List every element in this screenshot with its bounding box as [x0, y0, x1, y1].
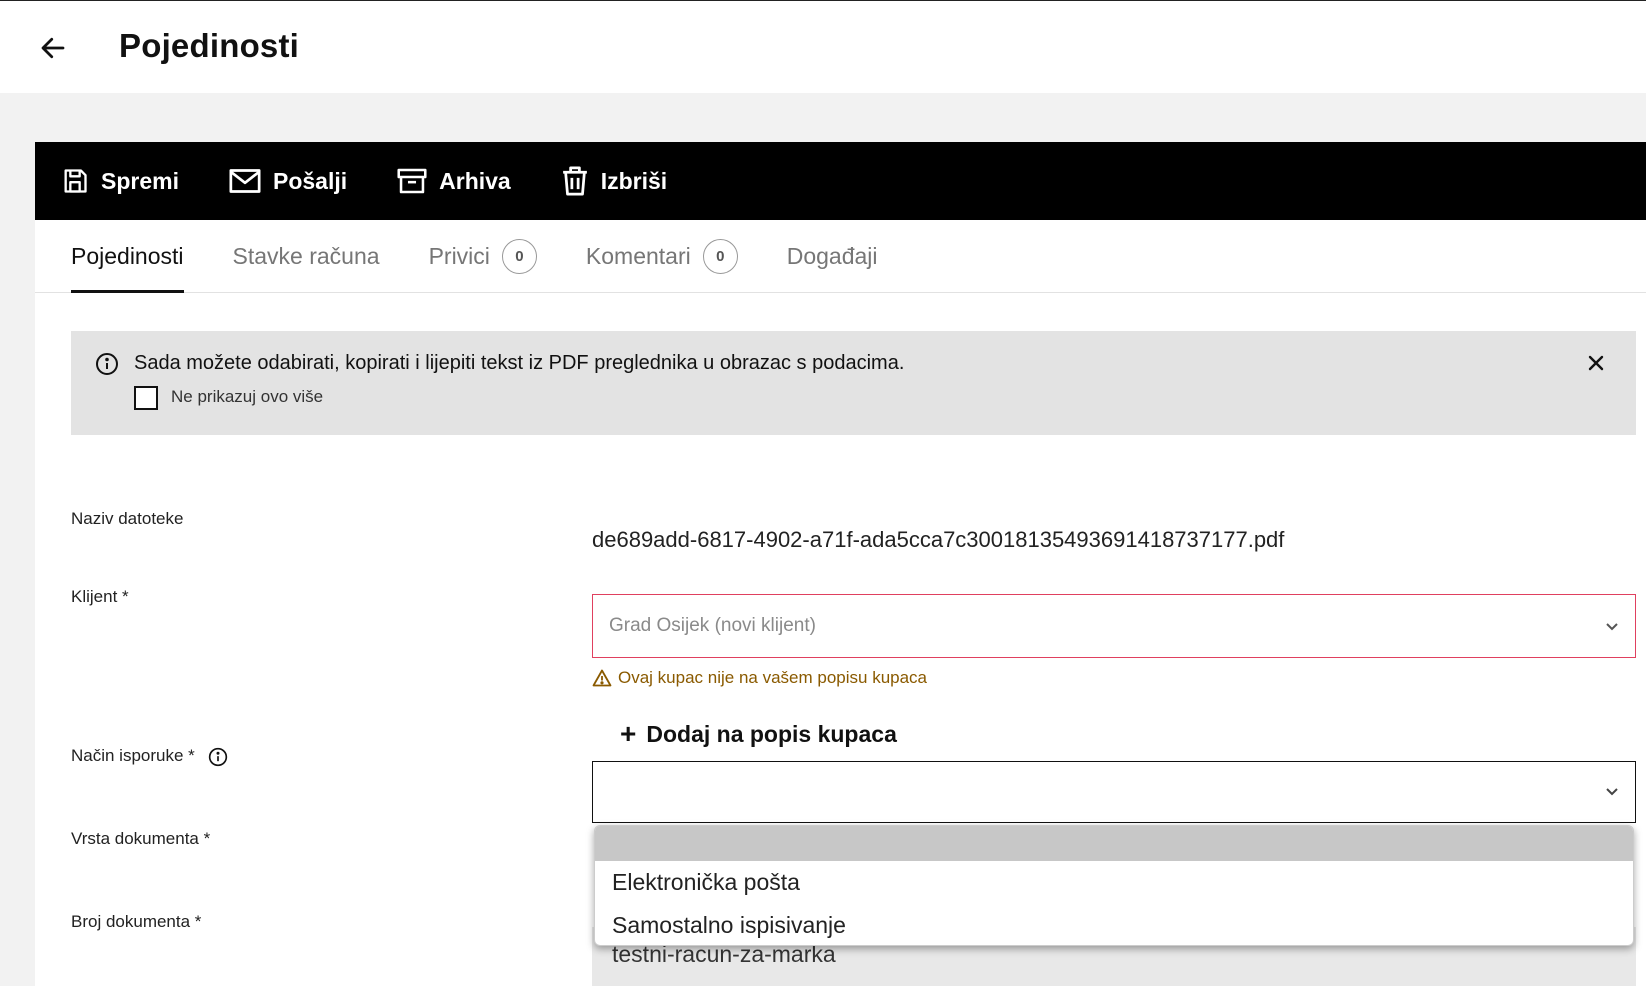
- count-badge: 0: [702, 239, 738, 274]
- client-select[interactable]: Grad Osijek (novi klijent): [592, 594, 1636, 658]
- action-toolbar: Spremi Pošalji Arhiva Izbriši: [35, 142, 1646, 220]
- count-badge: 0: [501, 239, 537, 274]
- doc-number-label: Broj dokumenta *: [71, 912, 202, 931]
- tab-attachments[interactable]: Privici 0: [429, 220, 537, 293]
- document-panel: Spremi Pošalji Arhiva Izbriši Pojedinost…: [35, 142, 1646, 986]
- close-button[interactable]: [1584, 351, 1608, 375]
- dont-show-checkbox[interactable]: [134, 386, 158, 410]
- send-label: Pošalji: [272, 167, 348, 194]
- tab-label: Komentari: [585, 243, 691, 269]
- tab-label: Događaji: [786, 243, 878, 269]
- filename-label: Naziv datoteke: [71, 509, 184, 528]
- client-warning: Ovaj kupac nije na vašem popisu kupaca: [592, 668, 927, 688]
- tab-label: Stavke računa: [232, 243, 380, 269]
- tab-bar: Pojedinosti Stavke računa Privici 0 Kome…: [35, 220, 1646, 293]
- save-button[interactable]: Spremi: [61, 167, 179, 195]
- plus-icon: +: [620, 718, 637, 749]
- save-icon: [64, 169, 87, 193]
- tab-label: Privici: [428, 243, 490, 269]
- archive-label: Arhiva: [439, 167, 511, 194]
- tab-label: Pojedinosti: [71, 243, 184, 269]
- warning-text: Ovaj kupac nije na vašem popisu kupaca: [618, 668, 928, 687]
- filename-value: de689add-6817-4902-a71f-ada5cca7c3001813…: [592, 527, 1285, 552]
- top-bar: Pojedinosti: [0, 0, 1646, 93]
- back-button[interactable]: [36, 31, 70, 65]
- arrow-left-icon: [41, 37, 65, 59]
- tab-comments[interactable]: Komentari 0: [586, 220, 738, 293]
- doc-type-label: Vrsta dokumenta *: [71, 829, 211, 848]
- info-icon[interactable]: [208, 747, 228, 767]
- add-to-customers-button[interactable]: + Dodaj na popis kupaca: [620, 720, 897, 748]
- tab-details[interactable]: Pojedinosti: [71, 220, 184, 293]
- delivery-dropdown: Elektronička pošta Samostalno ispisivanj…: [594, 825, 1634, 946]
- tab-invoice-items[interactable]: Stavke računa: [233, 220, 380, 293]
- dropdown-option[interactable]: Samostalno ispisivanje: [595, 904, 1633, 945]
- send-button[interactable]: Pošalji: [229, 168, 347, 195]
- warning-icon: [592, 669, 612, 687]
- delivery-label: Način isporuke *: [71, 746, 228, 767]
- dropdown-option-empty[interactable]: [595, 826, 1633, 861]
- page-title: Pojedinosti: [119, 27, 300, 64]
- delete-button[interactable]: Izbriši: [561, 166, 667, 196]
- delivery-select[interactable]: [592, 761, 1636, 823]
- checkbox-label: Ne prikazuj ovo više: [171, 387, 324, 406]
- client-placeholder: Grad Osijek (novi klijent): [609, 615, 816, 636]
- dropdown-option[interactable]: Elektronička pošta: [595, 861, 1633, 904]
- save-label: Spremi: [101, 167, 179, 194]
- archive-button[interactable]: Arhiva: [397, 168, 511, 195]
- info-icon: [96, 353, 118, 375]
- mail-icon: [229, 169, 261, 193]
- close-icon: [1588, 355, 1604, 371]
- delivery-label-text: Način isporuke *: [71, 746, 195, 765]
- chevron-down-icon: [1606, 623, 1618, 631]
- tab-events[interactable]: Događaji: [787, 220, 878, 293]
- notice-text: Sada možete odabirati, kopirati i lijepi…: [134, 352, 905, 374]
- delete-label: Izbriši: [600, 167, 668, 194]
- client-label: Klijent *: [71, 587, 129, 606]
- trash-icon: [562, 166, 587, 196]
- chevron-down-icon: [1606, 788, 1618, 796]
- archive-icon: [397, 168, 427, 194]
- add-to-customers-label: Dodaj na popis kupaca: [646, 720, 897, 747]
- info-notice: Sada možete odabirati, kopirati i lijepi…: [71, 331, 1636, 435]
